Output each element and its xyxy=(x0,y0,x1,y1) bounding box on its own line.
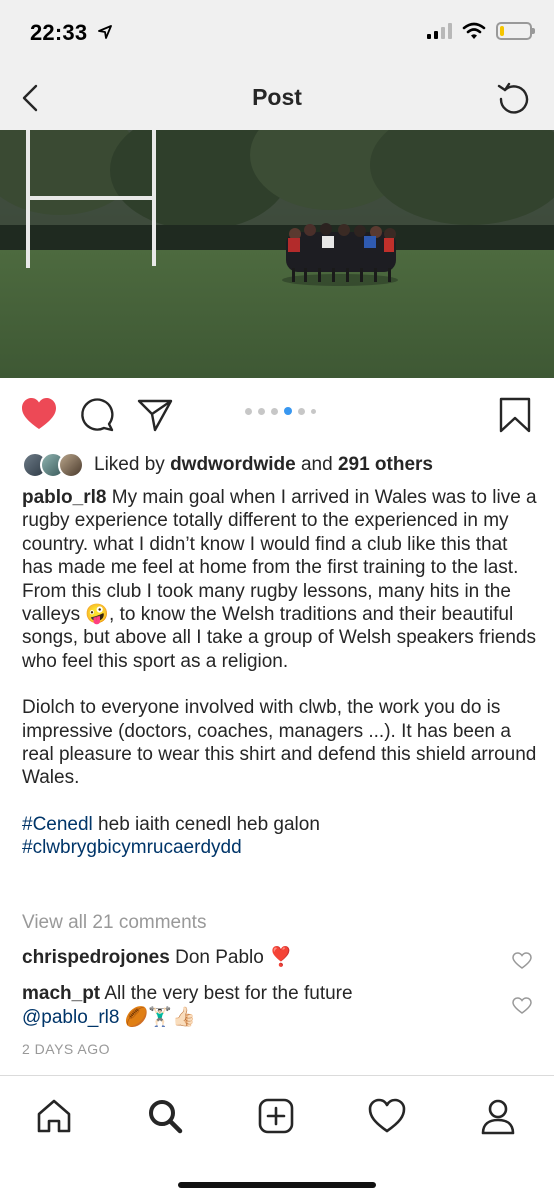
comment-text: All the very best for the future xyxy=(104,983,353,1004)
nav-bar: Post xyxy=(0,66,554,130)
bookmark-icon[interactable] xyxy=(496,396,534,434)
caption-hashtags: #Cenedl heb iaith cenedl heb galon #clwb… xyxy=(22,813,538,860)
caption-paragraph: Diolch to everyone involved with clwb, t… xyxy=(22,697,537,789)
comment-item: mach_pt All the very best for the future… xyxy=(22,982,492,1029)
clock-text: 22:33 xyxy=(30,20,88,45)
post-caption: pablo_rl8 My main goal when I arrived in… xyxy=(22,486,538,860)
comment-username[interactable]: chrispedrojones xyxy=(22,947,170,968)
battery-icon xyxy=(496,22,535,40)
post-timestamp: 2 DAYS AGO xyxy=(22,1041,110,1057)
status-time: 22:33 xyxy=(30,20,112,46)
carousel-dot xyxy=(298,407,305,415)
new-post-icon[interactable] xyxy=(256,1096,296,1136)
status-bar: 22:33 xyxy=(0,0,554,66)
hashtag-link[interactable]: #clwbrygbicymrucaerdydd xyxy=(22,837,242,858)
comment-icon[interactable] xyxy=(78,396,116,434)
page-title: Post xyxy=(252,84,302,110)
comment-username[interactable]: mach_pt xyxy=(22,983,100,1004)
cellular-signal-icon xyxy=(427,23,452,39)
likes-prefix: Liked by xyxy=(94,454,165,475)
carousel-indicator xyxy=(245,407,316,415)
hashtag-link[interactable]: #Cenedl xyxy=(22,814,93,835)
bottom-tab-bar xyxy=(0,1075,554,1200)
carousel-dot xyxy=(258,407,265,415)
carousel-dot xyxy=(271,407,278,415)
caption-username[interactable]: pablo_rl8 xyxy=(22,487,106,508)
search-icon[interactable] xyxy=(145,1096,185,1136)
home-icon[interactable] xyxy=(34,1096,74,1136)
battery-level xyxy=(500,26,505,36)
rugby-team-huddle-photo xyxy=(0,130,554,378)
liker-username[interactable]: dwdwordwide xyxy=(170,454,296,475)
profile-icon[interactable] xyxy=(478,1096,518,1136)
comment-emojis: 🏉🏋🏻‍♂️👍🏻 xyxy=(124,1006,196,1028)
likes-row: Liked by dwdwordwide and 291 others xyxy=(22,450,534,480)
refresh-icon[interactable] xyxy=(496,80,532,116)
home-indicator xyxy=(178,1182,376,1188)
avatar[interactable] xyxy=(58,452,84,478)
heart-filled-icon[interactable] xyxy=(20,396,58,434)
caption-text: My main goal when I arrived in Wales was… xyxy=(22,487,537,672)
carousel-dot-active xyxy=(284,407,292,415)
liker-avatars xyxy=(22,452,84,478)
comment-item: chrispedrojones Don Pablo ❣️ xyxy=(22,946,492,970)
carousel-dot xyxy=(245,407,252,415)
comment-mention[interactable]: @pablo_rl8 xyxy=(22,1007,119,1028)
activity-icon[interactable] xyxy=(367,1096,407,1136)
comment-text: Don Pablo ❣️ xyxy=(175,947,293,968)
post-photo[interactable] xyxy=(0,130,554,378)
view-all-comments-link[interactable]: View all 21 comments xyxy=(22,912,206,934)
hashtag-text: heb iaith cenedl heb galon xyxy=(92,813,320,835)
likes-summary[interactable]: Liked by dwdwordwide and 291 others xyxy=(94,454,433,476)
comment-like-icon[interactable] xyxy=(512,997,532,1015)
carousel-dot xyxy=(311,408,316,414)
likes-others-count[interactable]: 291 others xyxy=(338,454,433,475)
location-arrow-icon xyxy=(97,25,112,39)
share-icon[interactable] xyxy=(136,396,174,434)
wifi-icon xyxy=(462,22,486,39)
likes-joiner: and xyxy=(300,454,333,475)
comment-like-icon[interactable] xyxy=(512,952,532,970)
